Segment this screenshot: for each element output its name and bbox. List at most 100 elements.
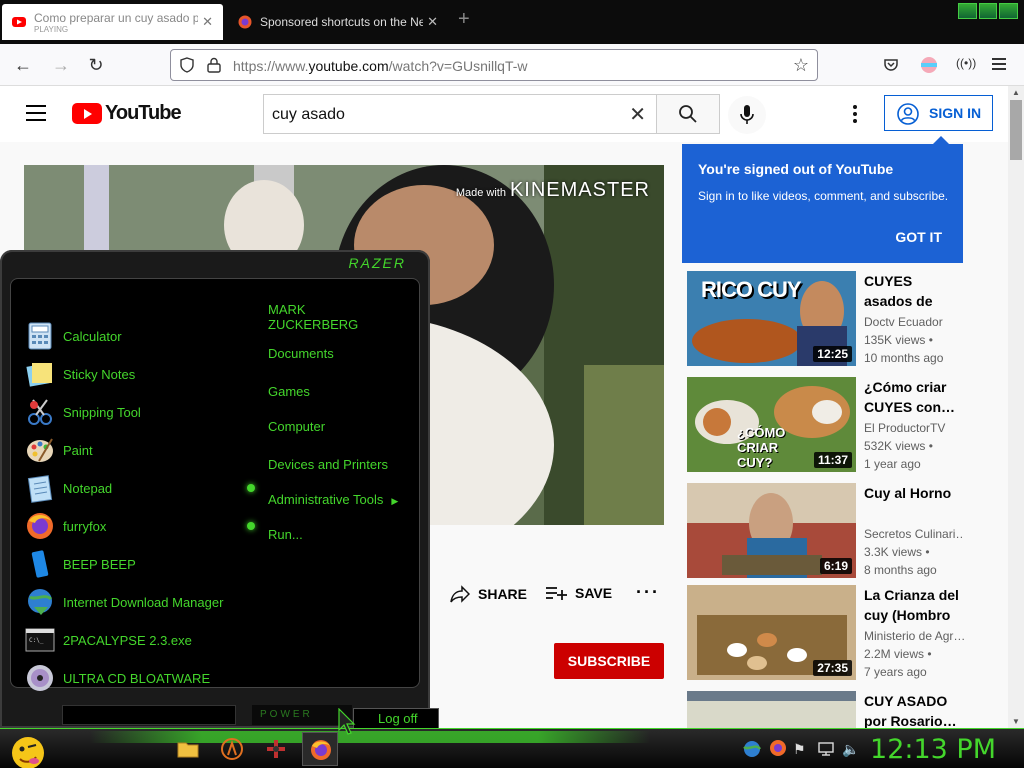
place-computer[interactable]: Computer: [268, 419, 325, 434]
settings-more-icon[interactable]: [850, 104, 860, 124]
place-user-folder[interactable]: MARK ZUCKERBERG: [268, 302, 388, 332]
video-thumbnail[interactable]: 6:19: [687, 483, 856, 578]
program-notepad[interactable]: Notepad: [25, 472, 255, 504]
tracking-shield-icon[interactable]: [179, 57, 195, 73]
window-controls[interactable]: [958, 3, 1019, 19]
program-paint[interactable]: Paint: [25, 434, 255, 466]
place-devices-printers[interactable]: Devices and Printers: [268, 457, 388, 472]
recommendation-item[interactable]: 6:19 Cuy al Horno Secretos Culinari… 3.3…: [687, 483, 992, 578]
video-title[interactable]: CUYES asados de Cuenca: [864, 271, 964, 311]
search-icon: [679, 105, 697, 123]
volume-icon[interactable]: 🔈: [842, 741, 859, 758]
search-query: cuy asado: [272, 106, 345, 123]
log-off-button[interactable]: Log off: [353, 708, 439, 730]
share-button[interactable]: SHARE: [450, 585, 527, 603]
user-icon: [897, 103, 919, 125]
video-thumbnail[interactable]: 27:35: [687, 585, 856, 680]
popup-text: Sign in to like videos, comment, and sub…: [698, 189, 949, 203]
sign-in-button[interactable]: SIGN IN: [884, 95, 993, 131]
url-bar[interactable]: https://www.youtube.com/watch?v=GUsnillq…: [170, 49, 818, 81]
close-tab-icon[interactable]: ✕: [202, 14, 213, 30]
program-ultra-cd[interactable]: ULTRA CD BLOATWARE: [25, 662, 255, 694]
program-label: BEEP BEEP: [63, 556, 136, 572]
youtube-logo[interactable]: YouTube: [72, 102, 182, 124]
save-button[interactable]: SAVE: [545, 585, 612, 601]
half-life-icon[interactable]: [220, 737, 244, 761]
recommendation-item[interactable]: CUY ASADO por Rosario…: [687, 691, 992, 728]
channel-name[interactable]: Doctv Ecuador: [864, 315, 964, 329]
start-search-box[interactable]: [62, 705, 236, 725]
place-run[interactable]: Run...: [268, 527, 303, 542]
video-thumbnail[interactable]: ¿CÓMO CRIAR CUY? 11:37: [687, 377, 856, 472]
calculator-icon: [28, 322, 52, 350]
back-icon[interactable]: ←: [12, 54, 34, 76]
clear-search-icon[interactable]: ✕: [629, 102, 646, 127]
recommendation-item[interactable]: ¿CÓMO CRIAR CUY? 11:37 ¿Cómo criar CUYES…: [687, 377, 992, 472]
network-status-icon[interactable]: [818, 741, 834, 757]
channel-name[interactable]: Ministerio de Agr…: [864, 629, 964, 643]
network-globe-icon[interactable]: [742, 740, 762, 758]
video-thumbnail[interactable]: [687, 691, 856, 728]
game-app-icon[interactable]: [264, 737, 288, 761]
subscribe-button[interactable]: SUBSCRIBE: [554, 643, 664, 679]
guide-menu-icon[interactable]: [26, 105, 46, 121]
tab-title: Como preparar un cuy asado p: [34, 10, 199, 25]
program-label: furryfox: [63, 518, 107, 534]
maximize-button[interactable]: [978, 3, 998, 19]
bookmark-star-icon[interactable]: ☆: [793, 55, 809, 76]
search-input[interactable]: cuy asado ✕: [263, 94, 657, 134]
video-thumbnail[interactable]: RICO CUY 12:25: [687, 271, 856, 366]
video-title[interactable]: CUY ASADO por Rosario…: [864, 691, 964, 728]
search-button[interactable]: [656, 94, 720, 134]
place-documents[interactable]: Documents: [268, 346, 334, 361]
extension-icon[interactable]: ((•)): [956, 56, 976, 70]
tab-sponsored[interactable]: Sponsored shortcuts on the Ne ✕: [228, 4, 448, 40]
video-title[interactable]: La Crianza del cuy (Hombro …: [864, 585, 964, 625]
program-beep-beep[interactable]: BEEP BEEP: [25, 548, 255, 580]
more-actions-icon[interactable]: ···: [636, 582, 660, 603]
place-admin-tools[interactable]: Administrative Tools ▶: [268, 492, 398, 507]
close-tab-icon[interactable]: ✕: [427, 14, 438, 30]
place-games[interactable]: Games: [268, 384, 310, 399]
scrollbar-thumb[interactable]: [1010, 100, 1022, 160]
scroll-down-icon[interactable]: ▼: [1012, 717, 1020, 726]
action-center-flag-icon[interactable]: ⚑: [793, 741, 806, 758]
taskbar-clock[interactable]: 12:13 PM: [870, 734, 996, 765]
channel-name[interactable]: El ProductorTV: [864, 421, 964, 435]
share-label: SHARE: [478, 586, 528, 602]
reload-icon[interactable]: ↻: [85, 54, 107, 76]
video-title[interactable]: ¿Cómo criar CUYES con…: [864, 377, 964, 417]
recommendation-item[interactable]: 27:35 La Crianza del cuy (Hombro … Minis…: [687, 585, 992, 680]
pocket-icon[interactable]: [883, 57, 899, 73]
new-tab-icon[interactable]: +: [458, 8, 470, 31]
minimize-button[interactable]: [958, 3, 977, 19]
url-path: /watch?v=GUsnillqT-w: [388, 58, 528, 74]
lock-icon[interactable]: [207, 57, 221, 73]
program-calculator[interactable]: Calculator: [25, 320, 255, 352]
forward-icon[interactable]: →: [50, 54, 72, 76]
folder-icon[interactable]: [176, 737, 200, 761]
program-sticky-notes[interactable]: Sticky Notes: [25, 358, 255, 390]
page-scrollbar[interactable]: ▲ ▼: [1008, 86, 1024, 728]
tab-youtube[interactable]: Como preparar un cuy asado p PLAYING ✕: [2, 4, 223, 40]
start-orb-emoji-icon[interactable]: [6, 735, 48, 768]
video-title[interactable]: Cuy al Horno: [864, 483, 964, 503]
scroll-up-icon[interactable]: ▲: [1012, 88, 1020, 97]
view-count: 2.2M views •: [864, 647, 932, 661]
youtube-header: YouTube cuy asado ✕ SIGN IN: [0, 86, 1008, 142]
program-idm[interactable]: Internet Download Manager: [25, 586, 255, 618]
account-avatar-icon[interactable]: [920, 56, 938, 74]
firefox-tray-icon[interactable]: [768, 739, 788, 757]
program-2pacalypse[interactable]: C:\_ 2PACALYPSE 2.3.exe: [25, 624, 255, 656]
recommendation-item[interactable]: RICO CUY 12:25 CUYES asados de Cuenca Do…: [687, 271, 992, 366]
program-snipping-tool[interactable]: Snipping Tool: [25, 396, 255, 428]
got-it-button[interactable]: GOT IT: [895, 229, 942, 245]
close-window-button[interactable]: [999, 3, 1019, 19]
power-button[interactable]: POWER: [252, 705, 352, 725]
program-furryfox[interactable]: furryfox: [25, 510, 255, 542]
taskbar-firefox-button[interactable]: [302, 732, 338, 766]
start-menu: RAZER Calculator Sticky Notes Snipping T…: [0, 250, 439, 730]
channel-name[interactable]: Secretos Culinari…: [864, 527, 964, 541]
voice-search-button[interactable]: [728, 96, 766, 134]
menu-icon[interactable]: [992, 58, 1006, 70]
